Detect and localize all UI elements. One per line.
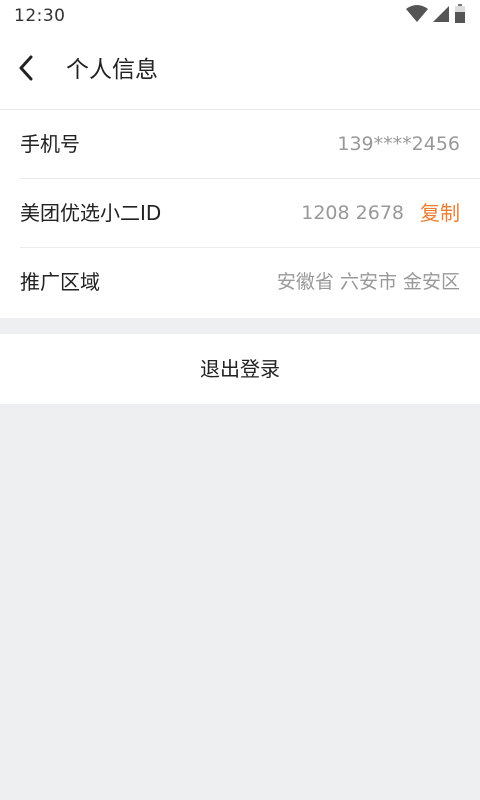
phone-row: 手机号 139****2456 [20, 110, 480, 179]
back-button[interactable] [18, 52, 58, 88]
phone-value: 139****2456 [337, 133, 460, 155]
wifi-icon [406, 5, 428, 27]
region-value: 安徽省 六安市 金安区 [276, 271, 460, 293]
staff-id-label: 美团优选小二ID [20, 201, 162, 225]
info-list: 手机号 139****2456 美团优选小二ID 1208 2678 复制 推广… [0, 110, 480, 318]
copy-button[interactable]: 复制 [420, 179, 460, 248]
nav-bar: 个人信息 [0, 32, 480, 110]
staff-id-row: 美团优选小二ID 1208 2678 复制 [20, 179, 480, 248]
status-icons [406, 4, 466, 28]
status-time: 12:30 [14, 6, 66, 26]
region-row: 推广区域 安徽省 六安市 金安区 [20, 248, 480, 318]
status-bar: 12:30 [0, 0, 480, 32]
page-title: 个人信息 [66, 57, 158, 83]
signal-icon [432, 5, 450, 27]
phone-label: 手机号 [20, 132, 80, 156]
chevron-left-icon [18, 55, 34, 85]
region-label: 推广区域 [20, 270, 100, 294]
battery-icon [454, 4, 466, 28]
staff-id-value: 1208 2678 [301, 202, 404, 224]
logout-button[interactable]: 退出登录 [0, 334, 480, 404]
